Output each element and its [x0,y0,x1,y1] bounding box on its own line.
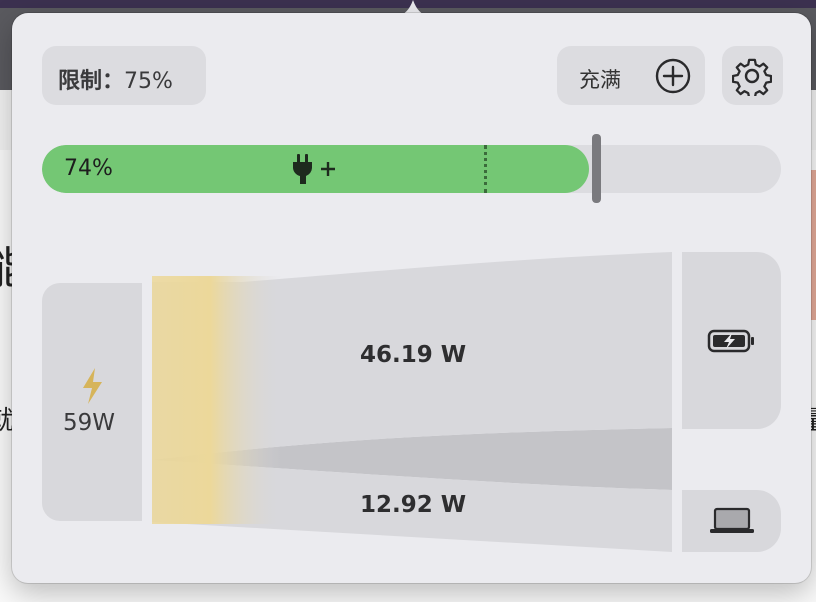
plug-plus-icon [293,154,335,184]
limit-value: 75% [124,69,173,94]
limit-label: 限制 [58,69,103,94]
settings-button[interactable] [722,46,783,105]
charge-full-button[interactable]: 充满 [557,46,705,105]
source-watts: 59W [63,410,116,436]
gear-icon [732,58,772,96]
bolt-icon [83,368,102,404]
charge-limit-marker [484,145,487,193]
battery-level-bar: 74% [42,145,781,193]
battery-percent: 74% [64,156,113,181]
system-watts: 12.92 W [360,492,467,518]
charge-limit-badge[interactable]: 限制：75% [42,46,206,105]
charge-limit-handle[interactable] [592,134,601,203]
battery-charging-icon [707,329,754,353]
limit-separator: ： [102,69,125,94]
plus-circle-icon [655,58,691,94]
charge-full-label: 充满 [579,68,621,92]
laptop-icon [710,507,754,533]
battery-watts: 46.19 W [360,342,467,368]
